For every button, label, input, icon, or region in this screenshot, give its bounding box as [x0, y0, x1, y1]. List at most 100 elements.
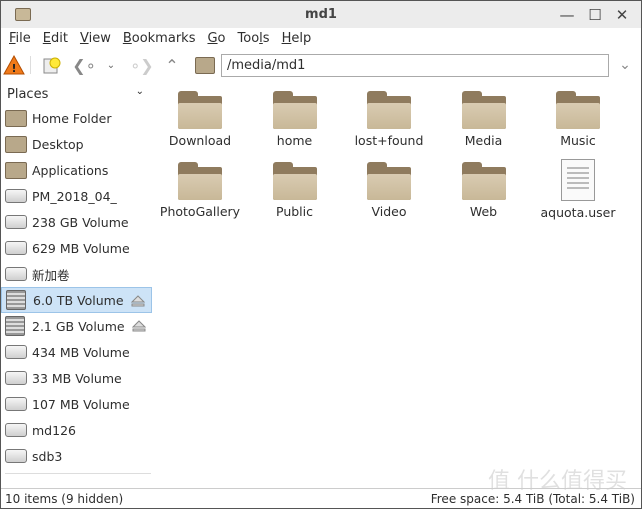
- menu-bar: File Edit View Bookmarks Go Tools Help: [1, 28, 641, 50]
- folder-icon: [367, 91, 411, 129]
- folder-icon: [367, 162, 411, 200]
- folder-item[interactable]: Video: [342, 156, 436, 219]
- file-name: Web: [469, 204, 498, 219]
- sidebar-item[interactable]: Home Folder: [1, 105, 152, 131]
- file-name: home: [276, 133, 313, 148]
- folder-icon: [272, 91, 317, 129]
- sidebar-item[interactable]: PM_2018_04_: [1, 183, 152, 209]
- sidebar: Places ⌄ Home Folder Desktop Applications PM…: [1, 83, 152, 473]
- sidebar-item[interactable]: 33 MB Volume: [1, 365, 152, 391]
- sidebar-item[interactable]: 6.0 TB Volume: [1, 287, 152, 313]
- sidebar-item-label: 新加卷: [32, 267, 70, 283]
- forward-button[interactable]: ∘❯: [129, 53, 155, 77]
- sidebar-item[interactable]: 629 MB Volume: [1, 235, 152, 261]
- menu-bookmarks[interactable]: Bookmarks: [117, 28, 202, 50]
- file-name: Music: [560, 133, 596, 148]
- folder-item[interactable]: PhotoGallery: [153, 156, 247, 219]
- menu-tools[interactable]: Tools: [232, 28, 276, 50]
- item-count: 10 items (9 hidden): [5, 492, 124, 506]
- sidebar-item[interactable]: 2.1 GB Volume: [1, 313, 152, 339]
- folder-item[interactable]: Media: [437, 85, 531, 148]
- status-bar: 10 items (9 hidden) Free space: 5.4 TiB …: [1, 488, 641, 508]
- go-button[interactable]: ⌄: [615, 53, 635, 77]
- file-name: lost+found: [354, 133, 424, 148]
- minimize-button[interactable]: —: [557, 5, 577, 25]
- drive-icon: [5, 267, 27, 281]
- sidebar-item-label: Home Folder: [32, 110, 112, 126]
- file-name: Media: [464, 133, 503, 148]
- sidebar-item[interactable]: 434 MB Volume: [1, 339, 152, 365]
- sidebar-item[interactable]: Desktop: [1, 131, 152, 157]
- menu-go[interactable]: Go: [201, 28, 231, 50]
- drive-icon: [5, 215, 27, 229]
- title-bar: md1 — ☐ ✕: [1, 1, 641, 28]
- folder-item[interactable]: Public: [248, 156, 342, 219]
- folder-item[interactable]: lost+found: [342, 85, 436, 148]
- svg-text:!: !: [11, 62, 16, 75]
- places-dropdown[interactable]: Places ⌄: [1, 83, 152, 105]
- sidebar-item[interactable]: sdb3: [1, 443, 152, 469]
- close-button[interactable]: ✕: [612, 5, 632, 25]
- file-name: PhotoGallery: [159, 204, 241, 219]
- folder-icon: [178, 162, 222, 200]
- places-label: Places: [7, 87, 49, 102]
- sidebar-item[interactable]: 新加卷: [1, 261, 152, 287]
- file-name: aquota.user: [540, 205, 616, 220]
- sidebar-item[interactable]: 238 GB Volume: [1, 209, 152, 235]
- sidebar-item[interactable]: 107 MB Volume: [1, 391, 152, 417]
- maximize-button[interactable]: ☐: [585, 5, 605, 25]
- menu-view[interactable]: View: [74, 28, 117, 50]
- text-file-icon: [561, 159, 595, 201]
- folder-item[interactable]: Web: [437, 156, 531, 219]
- sidebar-item-label: PM_2018_04_: [32, 188, 117, 204]
- warning-icon[interactable]: !: [3, 53, 25, 77]
- free-space: Free space: 5.4 TiB (Total: 5.4 TiB): [430, 492, 635, 506]
- drive-icon: [5, 371, 27, 385]
- location-input[interactable]: /media/md1: [221, 54, 609, 77]
- menu-edit[interactable]: Edit: [37, 28, 74, 50]
- home-folder-icon: [5, 109, 27, 127]
- sidebar-item-label: Desktop: [32, 136, 84, 152]
- folder-icon: [556, 91, 600, 129]
- sidebar-item[interactable]: md126: [1, 417, 152, 443]
- applications-icon: [5, 161, 27, 179]
- sidebar-item-label: 6.0 TB Volume: [33, 292, 124, 308]
- file-item[interactable]: aquota.user: [531, 156, 625, 220]
- drive-icon: [5, 397, 27, 411]
- folder-icon: [272, 162, 317, 200]
- new-bookmark-icon[interactable]: [41, 53, 63, 77]
- sidebar-item-label: Applications: [32, 162, 109, 178]
- sidebar-divider: [5, 473, 151, 474]
- drive-icon: [5, 423, 27, 437]
- eject-icon[interactable]: [131, 295, 145, 307]
- folder-icon: [461, 162, 506, 200]
- drive-icon: [5, 449, 27, 463]
- up-button[interactable]: ⌃: [161, 53, 183, 77]
- sidebar-item-label: sdb3: [32, 448, 63, 464]
- drive-icon: [5, 189, 27, 203]
- window-title: md1: [305, 7, 337, 22]
- sidebar-item[interactable]: Applications: [1, 157, 152, 183]
- sidebar-item-label: 33 MB Volume: [32, 370, 122, 386]
- sidebar-item-label: 434 MB Volume: [32, 344, 130, 360]
- folder-icon: [178, 91, 222, 129]
- file-name: Download: [168, 133, 232, 148]
- hdd-icon: [6, 290, 26, 310]
- folder-icon: [461, 91, 506, 129]
- drive-icon: [5, 345, 27, 359]
- folder-item[interactable]: Download: [153, 85, 247, 148]
- sidebar-item-label: 629 MB Volume: [32, 240, 130, 256]
- history-dropdown-icon[interactable]: ⌄: [104, 53, 118, 77]
- menu-file[interactable]: File: [3, 28, 37, 50]
- folder-item[interactable]: Music: [531, 85, 625, 148]
- folder-item[interactable]: home: [248, 85, 342, 148]
- sidebar-item-label: 2.1 GB Volume: [32, 318, 125, 334]
- sidebar-item-label: 107 MB Volume: [32, 396, 130, 412]
- home-button[interactable]: [194, 53, 216, 77]
- eject-icon[interactable]: [132, 320, 146, 332]
- back-button[interactable]: ❮∘: [71, 53, 97, 77]
- sidebar-item-label: md126: [32, 422, 76, 438]
- hdd-icon: [5, 316, 25, 336]
- menu-help[interactable]: Help: [276, 28, 318, 50]
- file-manager-window: md1 — ☐ ✕ File Edit View Bookmarks Go Tools He…: [0, 0, 642, 509]
